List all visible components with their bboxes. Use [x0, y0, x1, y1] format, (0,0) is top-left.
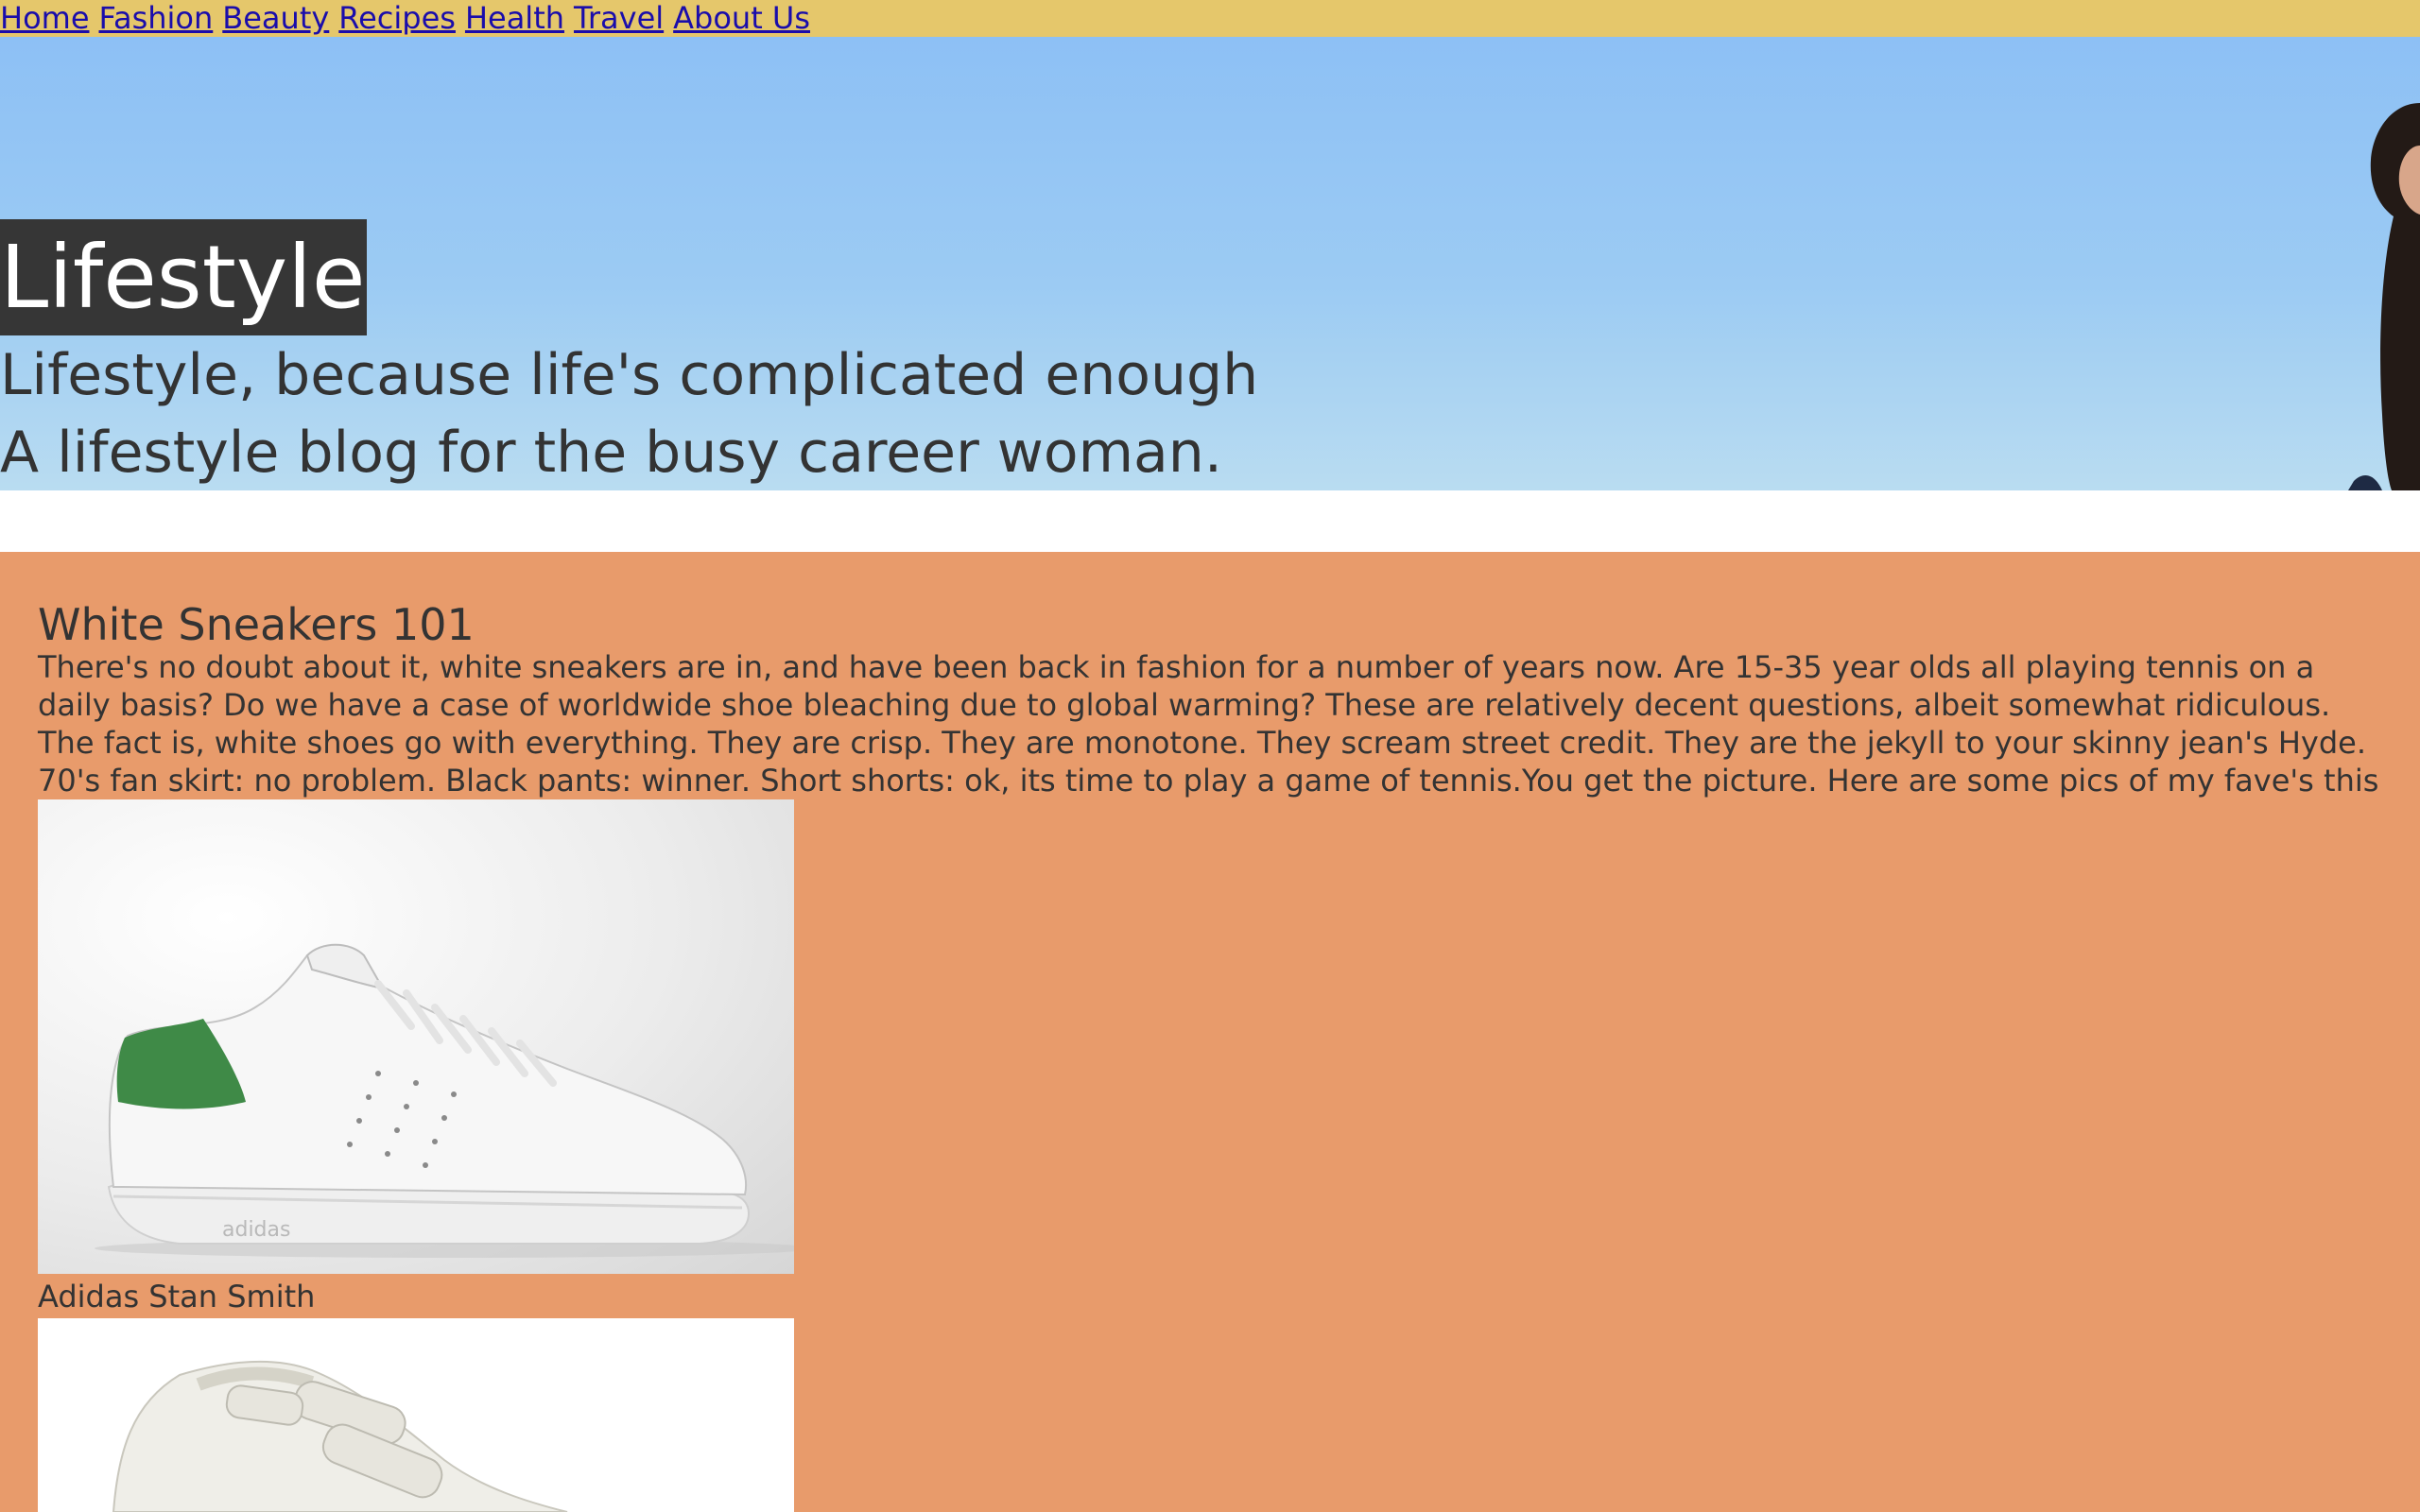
site-subtagline: A lifestyle blog for the busy career wom… [0, 420, 1222, 486]
sneaker-illustration: adidas [95, 943, 794, 1258]
site-title: Lifestyle [0, 219, 368, 335]
nav-link-beauty[interactable]: Beauty [222, 0, 329, 36]
nav-link-fashion[interactable]: Fashion [99, 0, 214, 36]
nav-link-about-us[interactable]: About Us [673, 0, 810, 36]
nav-link-home[interactable]: Home [0, 0, 90, 36]
shoe-brand-mark: adidas [222, 1218, 290, 1242]
nav-link-recipes[interactable]: Recipes [338, 0, 456, 36]
nav-links: Home Fashion Beauty Recipes Health Travel Abou… [0, 0, 820, 42]
product-image-stan-smith: adidas [38, 799, 794, 1274]
article-title: White Sneakers 101 [38, 599, 475, 650]
hero-banner: Lifestyle Lifestyle, because life's comp… [0, 37, 2420, 490]
high-top-sneaker-illustration [112, 1360, 568, 1512]
top-nav-bar: Home Fashion Beauty Recipes Health Travel Abou… [0, 0, 2420, 37]
product-image-second-sneaker [38, 1318, 794, 1512]
article-section: White Sneakers 101 There's no doubt abou… [0, 552, 2420, 1512]
nav-link-travel[interactable]: Travel [574, 0, 664, 36]
product-caption-stan-smith: Adidas Stan Smith [38, 1279, 316, 1314]
nav-link-health[interactable]: Health [465, 0, 564, 36]
site-tagline: Lifestyle, because life's complicated en… [0, 342, 1259, 408]
hero-person-image [2348, 103, 2420, 490]
